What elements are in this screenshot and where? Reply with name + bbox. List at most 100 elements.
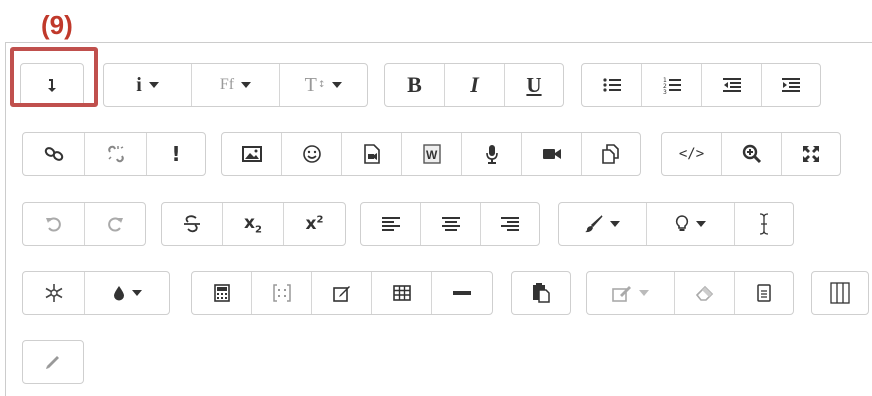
table-button[interactable] [372,272,432,314]
horizontal-rule-icon [453,291,471,295]
pencil-group [22,340,84,384]
unordered-list-icon [602,78,621,92]
font-size-dropdown-button[interactable]: T ↕ [280,64,367,106]
paste-group [511,271,571,315]
find-button[interactable] [722,133,782,175]
font-family-dropdown-button[interactable]: Ff [192,64,280,106]
lightbulb-icon [675,215,689,231]
fullscreen-button[interactable] [782,133,840,175]
script-group: x2 x2 [161,202,346,246]
paste-icon [533,283,550,303]
align-left-icon [381,217,400,231]
media-group: W [221,132,641,176]
video-camera-icon [542,149,561,159]
exclamation-button[interactable]: ! [147,133,205,175]
text-format-group: B I U [384,63,564,107]
ordered-list-button[interactable]: 123 [642,64,702,106]
emoji-button[interactable] [282,133,342,175]
expand-icon [803,146,819,162]
special-character-button[interactable] [23,272,85,314]
link-group: ! [22,132,206,176]
snowflake-icon [45,284,62,302]
text-color-dropdown-button[interactable] [559,203,647,245]
clean-group [586,271,794,315]
image-button[interactable] [222,133,282,175]
text-cursor-icon [759,213,769,235]
subscript-button[interactable]: x2 [223,203,284,245]
word-icon: W [422,144,441,164]
redo-button[interactable] [85,203,145,245]
link-button[interactable] [23,133,85,175]
smiley-icon [302,145,321,163]
zoom-icon [742,144,761,164]
svg-text:W: W [426,148,438,162]
bold-button[interactable]: B [385,64,445,106]
eraser-icon [695,285,713,301]
drop-icon [113,286,124,301]
pencil-button[interactable] [23,341,83,383]
calculator-icon [213,284,230,302]
columns-button[interactable] [812,272,868,314]
style-group: i Ff T ↕ [103,63,368,107]
italic-button[interactable]: I [445,64,505,106]
indent-icon [782,78,800,92]
list-group: 123 [581,63,821,107]
document-button[interactable] [735,272,793,314]
image-icon [241,146,262,162]
record-video-button[interactable] [522,133,582,175]
superscript-button[interactable]: x2 [284,203,345,245]
microphone-icon [485,145,498,164]
unlink-button[interactable] [85,133,147,175]
chevron-down-icon [332,82,343,88]
edit-icon [332,286,350,302]
superscript-icon: x2 [305,214,324,234]
clean-format-icon [612,286,631,302]
brackets-icon [272,284,291,302]
align-right-button[interactable] [481,203,539,245]
chevron-down-icon [639,290,649,296]
text-cursor-button[interactable] [735,203,793,245]
manage-files-button[interactable] [582,133,640,175]
html-source-button[interactable]: </> [662,133,722,175]
history-group [22,202,146,246]
strikethrough-button[interactable] [162,203,223,245]
chevron-down-icon [148,82,159,88]
copy-files-icon [602,144,619,164]
chevron-down-icon [241,82,252,88]
outdent-button[interactable] [702,64,762,106]
font-size-icon: T [304,73,317,96]
unordered-list-button[interactable] [582,64,642,106]
subscript-icon: x2 [244,212,262,236]
matrix-button[interactable] [252,272,312,314]
media-file-icon [363,144,380,164]
code-group: </> [661,132,841,176]
document-icon [757,284,771,302]
background-color-dropdown-button[interactable] [85,272,169,314]
clear-formatting-dropdown-button[interactable] [587,272,675,314]
columns-icon [830,282,850,304]
highlight-frame [10,47,98,107]
paintbrush-icon [585,215,603,233]
indent-button[interactable] [762,64,820,106]
step-number-label: (9) [41,10,73,40]
font-family-icon: Ff [219,76,235,93]
record-audio-button[interactable] [462,133,522,175]
edit-button[interactable] [312,272,372,314]
align-center-icon [441,217,460,231]
media-button[interactable] [342,133,402,175]
align-group [360,202,540,246]
equation-button[interactable] [192,272,252,314]
misc-group [22,271,170,315]
horizontal-rule-button[interactable] [432,272,492,314]
undo-button[interactable] [23,203,85,245]
underline-button[interactable]: U [505,64,563,106]
ordered-list-icon: 123 [663,77,681,94]
word-import-button[interactable]: W [402,133,462,175]
paste-button[interactable] [512,272,570,314]
eraser-button[interactable] [675,272,735,314]
info-dropdown-button[interactable]: i [104,64,192,106]
editor-toolbar: i Ff T ↕ B I U 123 ! W </> x2 x2 [5,42,872,396]
align-left-button[interactable] [361,203,421,245]
highlight-dropdown-button[interactable] [647,203,735,245]
align-center-button[interactable] [421,203,481,245]
